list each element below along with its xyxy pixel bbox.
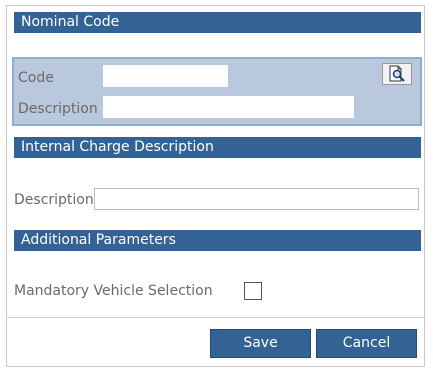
mandatory-vehicle-checkbox[interactable] [244, 282, 262, 300]
search-document-icon [389, 65, 405, 82]
mandatory-vehicle-label: Mandatory Vehicle Selection [14, 283, 213, 299]
charge-form-panel: Nominal Code Code Description Internal C… [6, 5, 425, 367]
code-label: Code [18, 70, 54, 86]
nominal-description-label: Description [18, 101, 98, 117]
internal-charge-header: Internal Charge Description [14, 137, 421, 158]
cancel-button[interactable]: Cancel [316, 329, 417, 358]
nominal-description-input[interactable] [103, 96, 354, 118]
code-input[interactable] [103, 65, 228, 87]
footer-divider [7, 317, 424, 318]
nominal-code-lookup-button[interactable] [382, 63, 412, 85]
additional-parameters-header: Additional Parameters [14, 230, 421, 251]
save-button[interactable]: Save [210, 329, 311, 358]
internal-description-label: Description [14, 192, 94, 208]
nominal-code-group: Code Description [12, 57, 422, 126]
internal-description-input[interactable] [94, 188, 419, 210]
nominal-code-header: Nominal Code [14, 12, 421, 33]
